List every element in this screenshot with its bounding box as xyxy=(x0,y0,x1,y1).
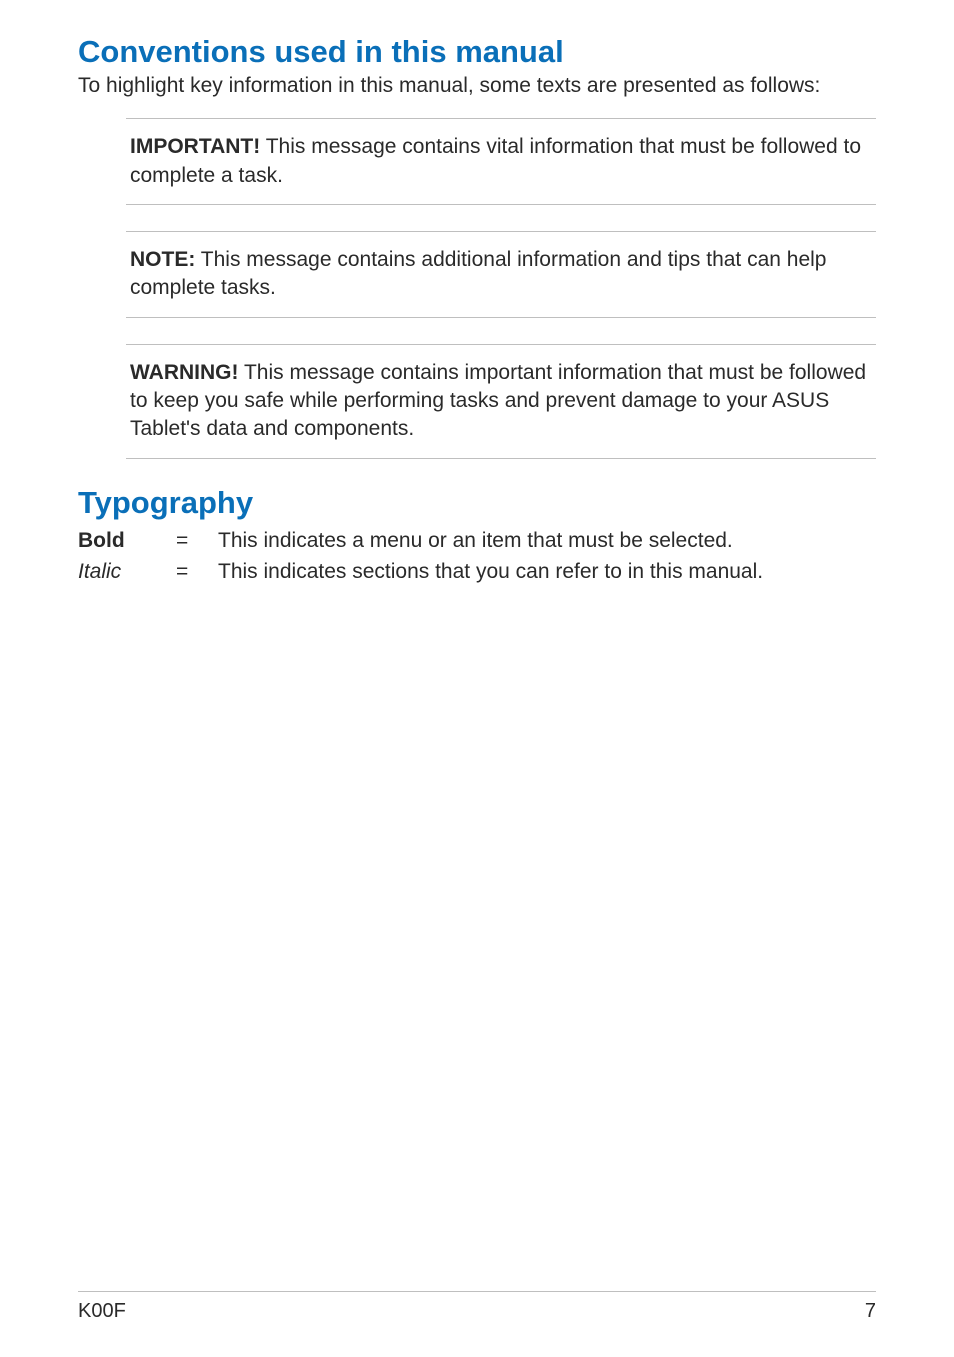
conventions-intro: To highlight key information in this man… xyxy=(78,72,876,100)
typo-term-italic: Italic xyxy=(78,560,121,583)
section-heading-conventions: Conventions used in this manual xyxy=(78,34,876,70)
typo-desc: This indicates sections that you can ref… xyxy=(218,556,783,588)
table-row: Italic = This indicates sections that yo… xyxy=(78,556,783,588)
section-heading-typography: Typography xyxy=(78,485,876,521)
callout-label: IMPORTANT! xyxy=(130,135,260,158)
callout-warning: WARNING! This message contains important… xyxy=(126,344,876,459)
callout-important: IMPORTANT! This message contains vital i… xyxy=(126,118,876,205)
footer-model: K00F xyxy=(78,1300,126,1323)
callout-label: WARNING! xyxy=(130,361,239,384)
typo-eq: = xyxy=(176,525,218,557)
table-row: Bold = This indicates a menu or an item … xyxy=(78,525,783,557)
page-footer: K00F 7 xyxy=(78,1291,876,1323)
callout-text: This message contains additional informa… xyxy=(130,248,827,299)
typography-table: Bold = This indicates a menu or an item … xyxy=(78,525,783,588)
typo-eq: = xyxy=(176,556,218,588)
typo-term-bold: Bold xyxy=(78,529,125,552)
footer-page-number: 7 xyxy=(865,1300,876,1323)
callout-text: This message contains important informat… xyxy=(130,361,866,441)
callout-label: NOTE: xyxy=(130,248,195,271)
callout-note: NOTE: This message contains additional i… xyxy=(126,231,876,318)
typo-desc: This indicates a menu or an item that mu… xyxy=(218,525,783,557)
